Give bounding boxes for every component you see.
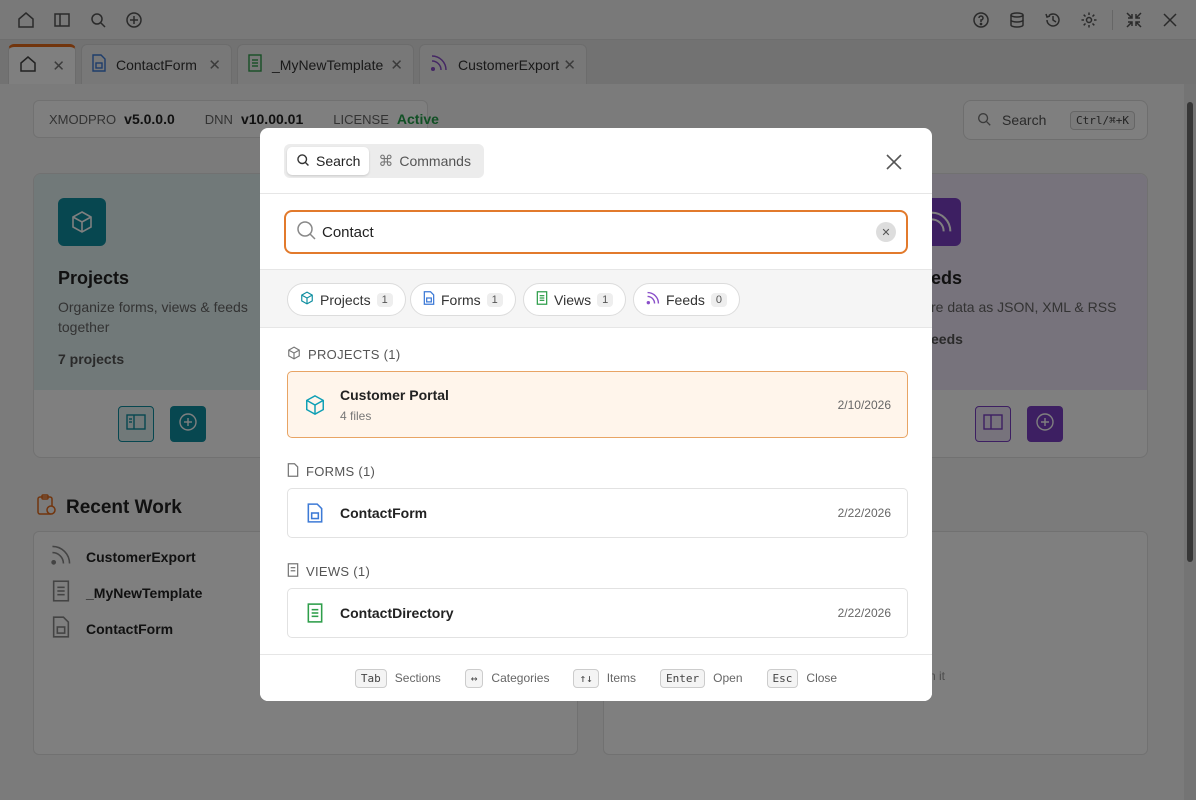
key: ↔ [464, 668, 484, 688]
form-icon [423, 291, 435, 308]
views-section-header: VIEWS (1) [287, 563, 370, 580]
hint-tab: Tab Sections [354, 668, 441, 688]
result-contactdirectory[interactable]: ContactDirectory 2/22/2026 [287, 588, 908, 638]
projects-section-title: PROJECTS (1) [308, 347, 401, 362]
cube-icon [300, 291, 314, 308]
search-mode-button[interactable]: Search [287, 147, 370, 175]
hint-label: Open [713, 671, 743, 685]
result-date: 2/22/2026 [837, 606, 891, 620]
search-mode-label: Search [316, 153, 361, 169]
chip-count: 0 [710, 292, 728, 307]
result-date: 2/22/2026 [837, 506, 891, 520]
form-icon [287, 463, 299, 480]
chip-label: Views [554, 291, 592, 308]
result-customer-portal[interactable]: Customer Portal 4 files 2/10/2026 [287, 371, 908, 438]
mode-switch: Search ⌘ Commands [284, 144, 484, 178]
views-section-title: VIEWS (1) [306, 564, 371, 579]
chip-label: Feeds [666, 291, 705, 308]
forms-section-title: FORMS (1) [306, 464, 376, 479]
key: ↑↓ [573, 668, 599, 688]
command-key-icon: ⌘ [378, 153, 394, 170]
filter-chip-feeds[interactable]: Feeds 0 [633, 283, 741, 316]
filter-chip-projects[interactable]: Projects 1 [287, 283, 406, 316]
key: Enter [660, 668, 706, 688]
hint-label: Categories [491, 671, 550, 685]
chip-count: 1 [597, 292, 614, 307]
keyboard-hints: Tab Sections ↔ Categories ↑↓ Items Enter Ope… [260, 654, 932, 701]
result-subtitle: 4 files [340, 408, 372, 423]
hint-label: Close [806, 671, 838, 685]
projects-section-header: PROJECTS (1) [287, 346, 400, 363]
form-icon [304, 503, 326, 523]
commands-mode-button[interactable]: ⌘ Commands [369, 147, 480, 175]
search-icon [296, 153, 310, 170]
dialog-header: Search ⌘ Commands [260, 128, 932, 194]
commands-mode-label: Commands [399, 153, 471, 169]
clear-search-button[interactable]: ✕ [876, 222, 896, 242]
view-icon [304, 603, 326, 623]
hint-label: Sections [394, 671, 441, 685]
hint-esc: Esc Close [766, 668, 838, 688]
forms-section-header: FORMS (1) [287, 463, 375, 480]
result-name: ContactDirectory [340, 605, 454, 621]
filter-chip-views[interactable]: Views 1 [523, 283, 627, 316]
chip-count: 1 [486, 292, 503, 307]
result-text: Customer Portal 4 files [340, 387, 449, 423]
key: Tab [354, 668, 387, 688]
result-contactform[interactable]: ContactForm 2/22/2026 [287, 488, 908, 538]
result-name: Customer Portal [340, 386, 449, 403]
chip-label: Forms [441, 291, 481, 308]
search-field[interactable]: ✕ [284, 210, 908, 254]
result-name: ContactForm [340, 505, 428, 521]
hint-label: Items [606, 671, 637, 685]
category-filters: Projects 1 Forms 1 Views 1 Feeds 0 [260, 270, 932, 328]
cube-icon [287, 346, 301, 363]
hint-categories: ↔ Categories [464, 668, 550, 688]
search-input[interactable] [322, 223, 876, 241]
key: Esc [766, 668, 799, 688]
feed-icon [646, 291, 660, 308]
close-icon[interactable] [882, 150, 906, 174]
result-date: 2/10/2026 [837, 397, 891, 412]
search-icon [296, 220, 316, 245]
search-dialog: Search ⌘ Commands ✕ Projects 1 Forms 1 [260, 128, 932, 701]
chip-count: 1 [376, 292, 393, 307]
chip-label: Projects [320, 291, 371, 308]
view-icon [287, 563, 299, 580]
search-input-area: ✕ [260, 194, 932, 270]
view-icon [536, 291, 548, 308]
filter-chip-forms[interactable]: Forms 1 [410, 283, 516, 316]
hint-enter: Enter Open [660, 668, 743, 688]
cube-icon [304, 394, 326, 416]
hint-items: ↑↓ Items [573, 668, 637, 688]
